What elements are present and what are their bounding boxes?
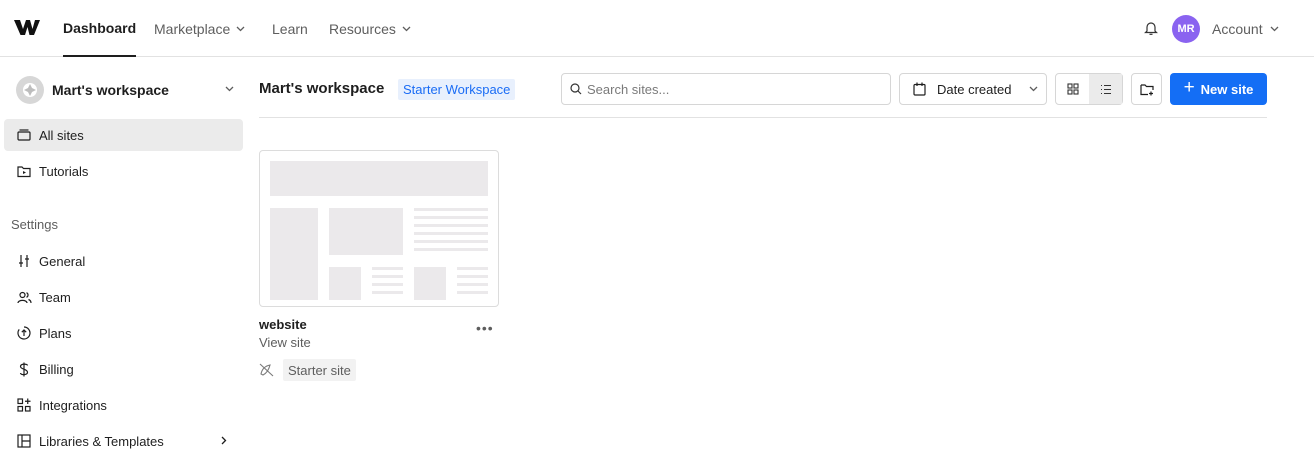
folder-plus-icon [1139, 83, 1154, 95]
folder-icon [16, 127, 32, 143]
sidebar-item-label: Team [39, 289, 71, 305]
workspace-name: Mart's workspace [52, 82, 169, 98]
sidebar-item-label: Libraries & Templates [39, 433, 164, 449]
chevron-right-icon [221, 436, 227, 445]
account-menu[interactable]: Account [1212, 0, 1279, 57]
chevron-down-icon [1029, 86, 1038, 92]
account-label: Account [1212, 20, 1263, 37]
grid-view-button[interactable] [1056, 74, 1089, 104]
header-divider [259, 117, 1267, 118]
calendar-icon [913, 82, 926, 96]
thumb-line [414, 224, 488, 227]
nav-resources-label: Resources [329, 20, 396, 37]
sidebar-item-label: Plans [39, 325, 72, 341]
thumb-line [372, 291, 403, 294]
dollar-icon [16, 361, 32, 377]
settings-heading: Settings [11, 217, 58, 232]
tutorial-icon [16, 163, 32, 179]
nav-marketplace-label: Marketplace [154, 20, 231, 37]
workspace-logo-icon [16, 76, 44, 104]
sort-dropdown[interactable]: Date created [899, 73, 1047, 105]
nav-learn-label: Learn [272, 20, 308, 37]
sidebar-item-integrations[interactable]: Integrations [4, 389, 243, 421]
unhosted-icon [259, 363, 274, 380]
nav-marketplace[interactable]: Marketplace [154, 0, 245, 57]
sidebar-item-label: Integrations [39, 397, 107, 413]
site-plan-tag: Starter site [283, 359, 356, 381]
list-icon [1100, 84, 1111, 94]
team-icon [16, 289, 32, 305]
avatar[interactable]: MR [1172, 15, 1200, 43]
nav-dashboard[interactable]: Dashboard [63, 0, 137, 57]
nav-learn[interactable]: Learn [272, 0, 308, 57]
sidebar-item-billing[interactable]: Billing [4, 353, 243, 385]
thumb-small-block [329, 267, 361, 300]
new-site-label: New site [1200, 81, 1254, 97]
thumb-line [414, 232, 488, 235]
sidebar-item-label: Tutorials [39, 163, 89, 179]
sidebar-item-libraries-templates[interactable]: Libraries & Templates [4, 425, 243, 457]
thumb-image-block [329, 208, 403, 255]
integrations-icon [16, 397, 32, 413]
thumb-line [372, 283, 403, 286]
thumb-header-block [270, 161, 488, 196]
thumb-line [414, 240, 488, 243]
sliders-icon [16, 253, 32, 269]
thumb-sidebar-block [270, 208, 318, 300]
sidebar-item-tutorials[interactable]: Tutorials [4, 155, 243, 187]
chevron-down-icon [236, 26, 245, 31]
more-options-icon[interactable]: ••• [476, 320, 494, 336]
library-icon [16, 433, 32, 449]
sidebar-item-plans[interactable]: Plans [4, 317, 243, 349]
list-view-button[interactable] [1089, 74, 1122, 104]
thumb-line [457, 283, 488, 286]
plus-icon: + [1183, 77, 1195, 98]
thumb-line [457, 291, 488, 294]
thumb-line [414, 216, 488, 219]
notifications-bell-icon[interactable] [1144, 20, 1158, 39]
sidebar-item-label: General [39, 253, 86, 269]
site-thumbnail[interactable] [259, 150, 499, 307]
nav-dashboard-label: Dashboard [63, 19, 137, 36]
sort-label: Date created [937, 81, 1012, 97]
plans-icon [16, 325, 32, 341]
new-site-button[interactable]: + New site [1170, 73, 1267, 105]
search-icon [570, 83, 582, 95]
new-folder-button[interactable] [1131, 73, 1162, 105]
site-name[interactable]: website [259, 317, 307, 332]
top-nav: Dashboard Marketplace Learn Resources MR… [0, 0, 1314, 57]
view-toggle [1055, 73, 1123, 105]
thumb-line [414, 208, 488, 211]
thumb-line [457, 275, 488, 278]
view-site-link[interactable]: View site [259, 335, 311, 350]
chevron-down-icon [225, 86, 234, 92]
sidebar-item-label: All sites [39, 127, 84, 143]
search-input[interactable] [587, 81, 877, 97]
sidebar-item-all-sites[interactable]: All sites [4, 119, 243, 151]
nav-resources[interactable]: Resources [329, 0, 411, 57]
workspace-plan-badge[interactable]: Starter Workspace [398, 79, 516, 100]
thumb-line [372, 267, 403, 270]
thumb-line [372, 275, 403, 278]
grid-icon [1066, 83, 1079, 95]
page-title: Mart's workspace [259, 80, 385, 97]
thumb-line [414, 248, 488, 251]
chevron-down-icon [402, 26, 411, 31]
sidebar-item-team[interactable]: Team [4, 281, 243, 313]
sidebar-item-general[interactable]: General [4, 245, 243, 277]
search-box[interactable] [561, 73, 891, 105]
chevron-down-icon [1270, 26, 1279, 31]
thumb-line [457, 267, 488, 270]
thumb-small-block [414, 267, 446, 300]
workspace-switcher[interactable]: Mart's workspace [16, 76, 242, 104]
webflow-logo-icon[interactable] [14, 19, 40, 39]
sidebar-item-label: Billing [39, 361, 74, 377]
